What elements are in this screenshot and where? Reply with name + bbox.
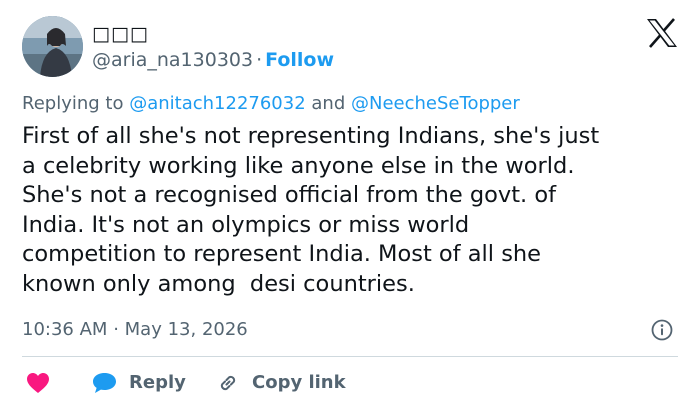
- x-logo-icon[interactable]: [646, 18, 678, 48]
- link-icon: [220, 375, 236, 391]
- tweet-text-line: known only among desi countries.: [22, 270, 415, 297]
- tweet-text-line: a celebrity working like anyone else in …: [22, 152, 575, 179]
- action-bar: Reply Copy link: [22, 370, 678, 396]
- reply-button[interactable]: Reply: [92, 370, 186, 396]
- reply-conjunction: and: [311, 93, 346, 114]
- tweet-text: First of all she's not representing Indi…: [22, 122, 682, 299]
- tweet-text-line: She's not a recognised official from the…: [22, 182, 557, 208]
- copy-link-button[interactable]: Copy link: [216, 370, 346, 396]
- author-handle-row: @aria_na130303 · Follow: [92, 48, 334, 72]
- author-handle[interactable]: @aria_na130303: [92, 49, 253, 71]
- reply-prefix: Replying to: [22, 93, 124, 114]
- mention-link[interactable]: @anitach12276032: [129, 93, 305, 114]
- tweet-text-line: competition to represent India. Most of …: [22, 241, 542, 267]
- avatar[interactable]: [22, 16, 83, 77]
- speech-bubble-icon: [93, 373, 116, 393]
- separator-dot: ·: [256, 49, 263, 71]
- tweet-time: 10:36 AM: [22, 319, 108, 340]
- heart-icon: [27, 373, 49, 393]
- separator-dot: ·: [113, 319, 119, 340]
- tweet-timestamp[interactable]: 10:36 AM · May 13, 2026: [22, 318, 248, 342]
- reply-label: Reply: [129, 372, 186, 393]
- tweet-text-line: First of all she's not representing Indi…: [22, 123, 600, 149]
- divider: [22, 356, 678, 357]
- mention-link[interactable]: @NeecheSeTopper: [351, 93, 520, 114]
- reply-context: Replying to @anitach12276032 and @Neeche…: [22, 92, 520, 116]
- like-button[interactable]: [26, 370, 50, 396]
- author-display-name[interactable]: □□□: [92, 22, 149, 46]
- tweet-date: May 13, 2026: [124, 319, 248, 340]
- copy-link-label: Copy link: [252, 372, 346, 393]
- tweet-text-line: India. It's not an olympics or miss worl…: [22, 211, 470, 238]
- follow-button[interactable]: Follow: [265, 49, 334, 71]
- info-icon[interactable]: [651, 319, 673, 341]
